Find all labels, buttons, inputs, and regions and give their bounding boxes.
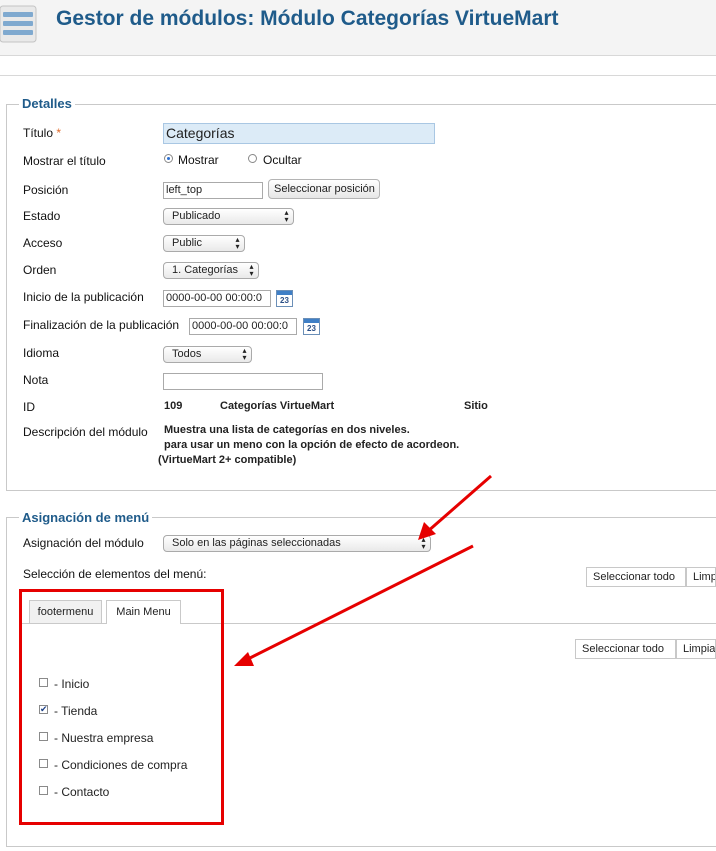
annotation-arrowhead-icon [234,652,254,666]
annotation-arrow-line [245,544,474,662]
annotation-arrow-line [426,474,492,534]
annotation-arrows [234,474,492,666]
